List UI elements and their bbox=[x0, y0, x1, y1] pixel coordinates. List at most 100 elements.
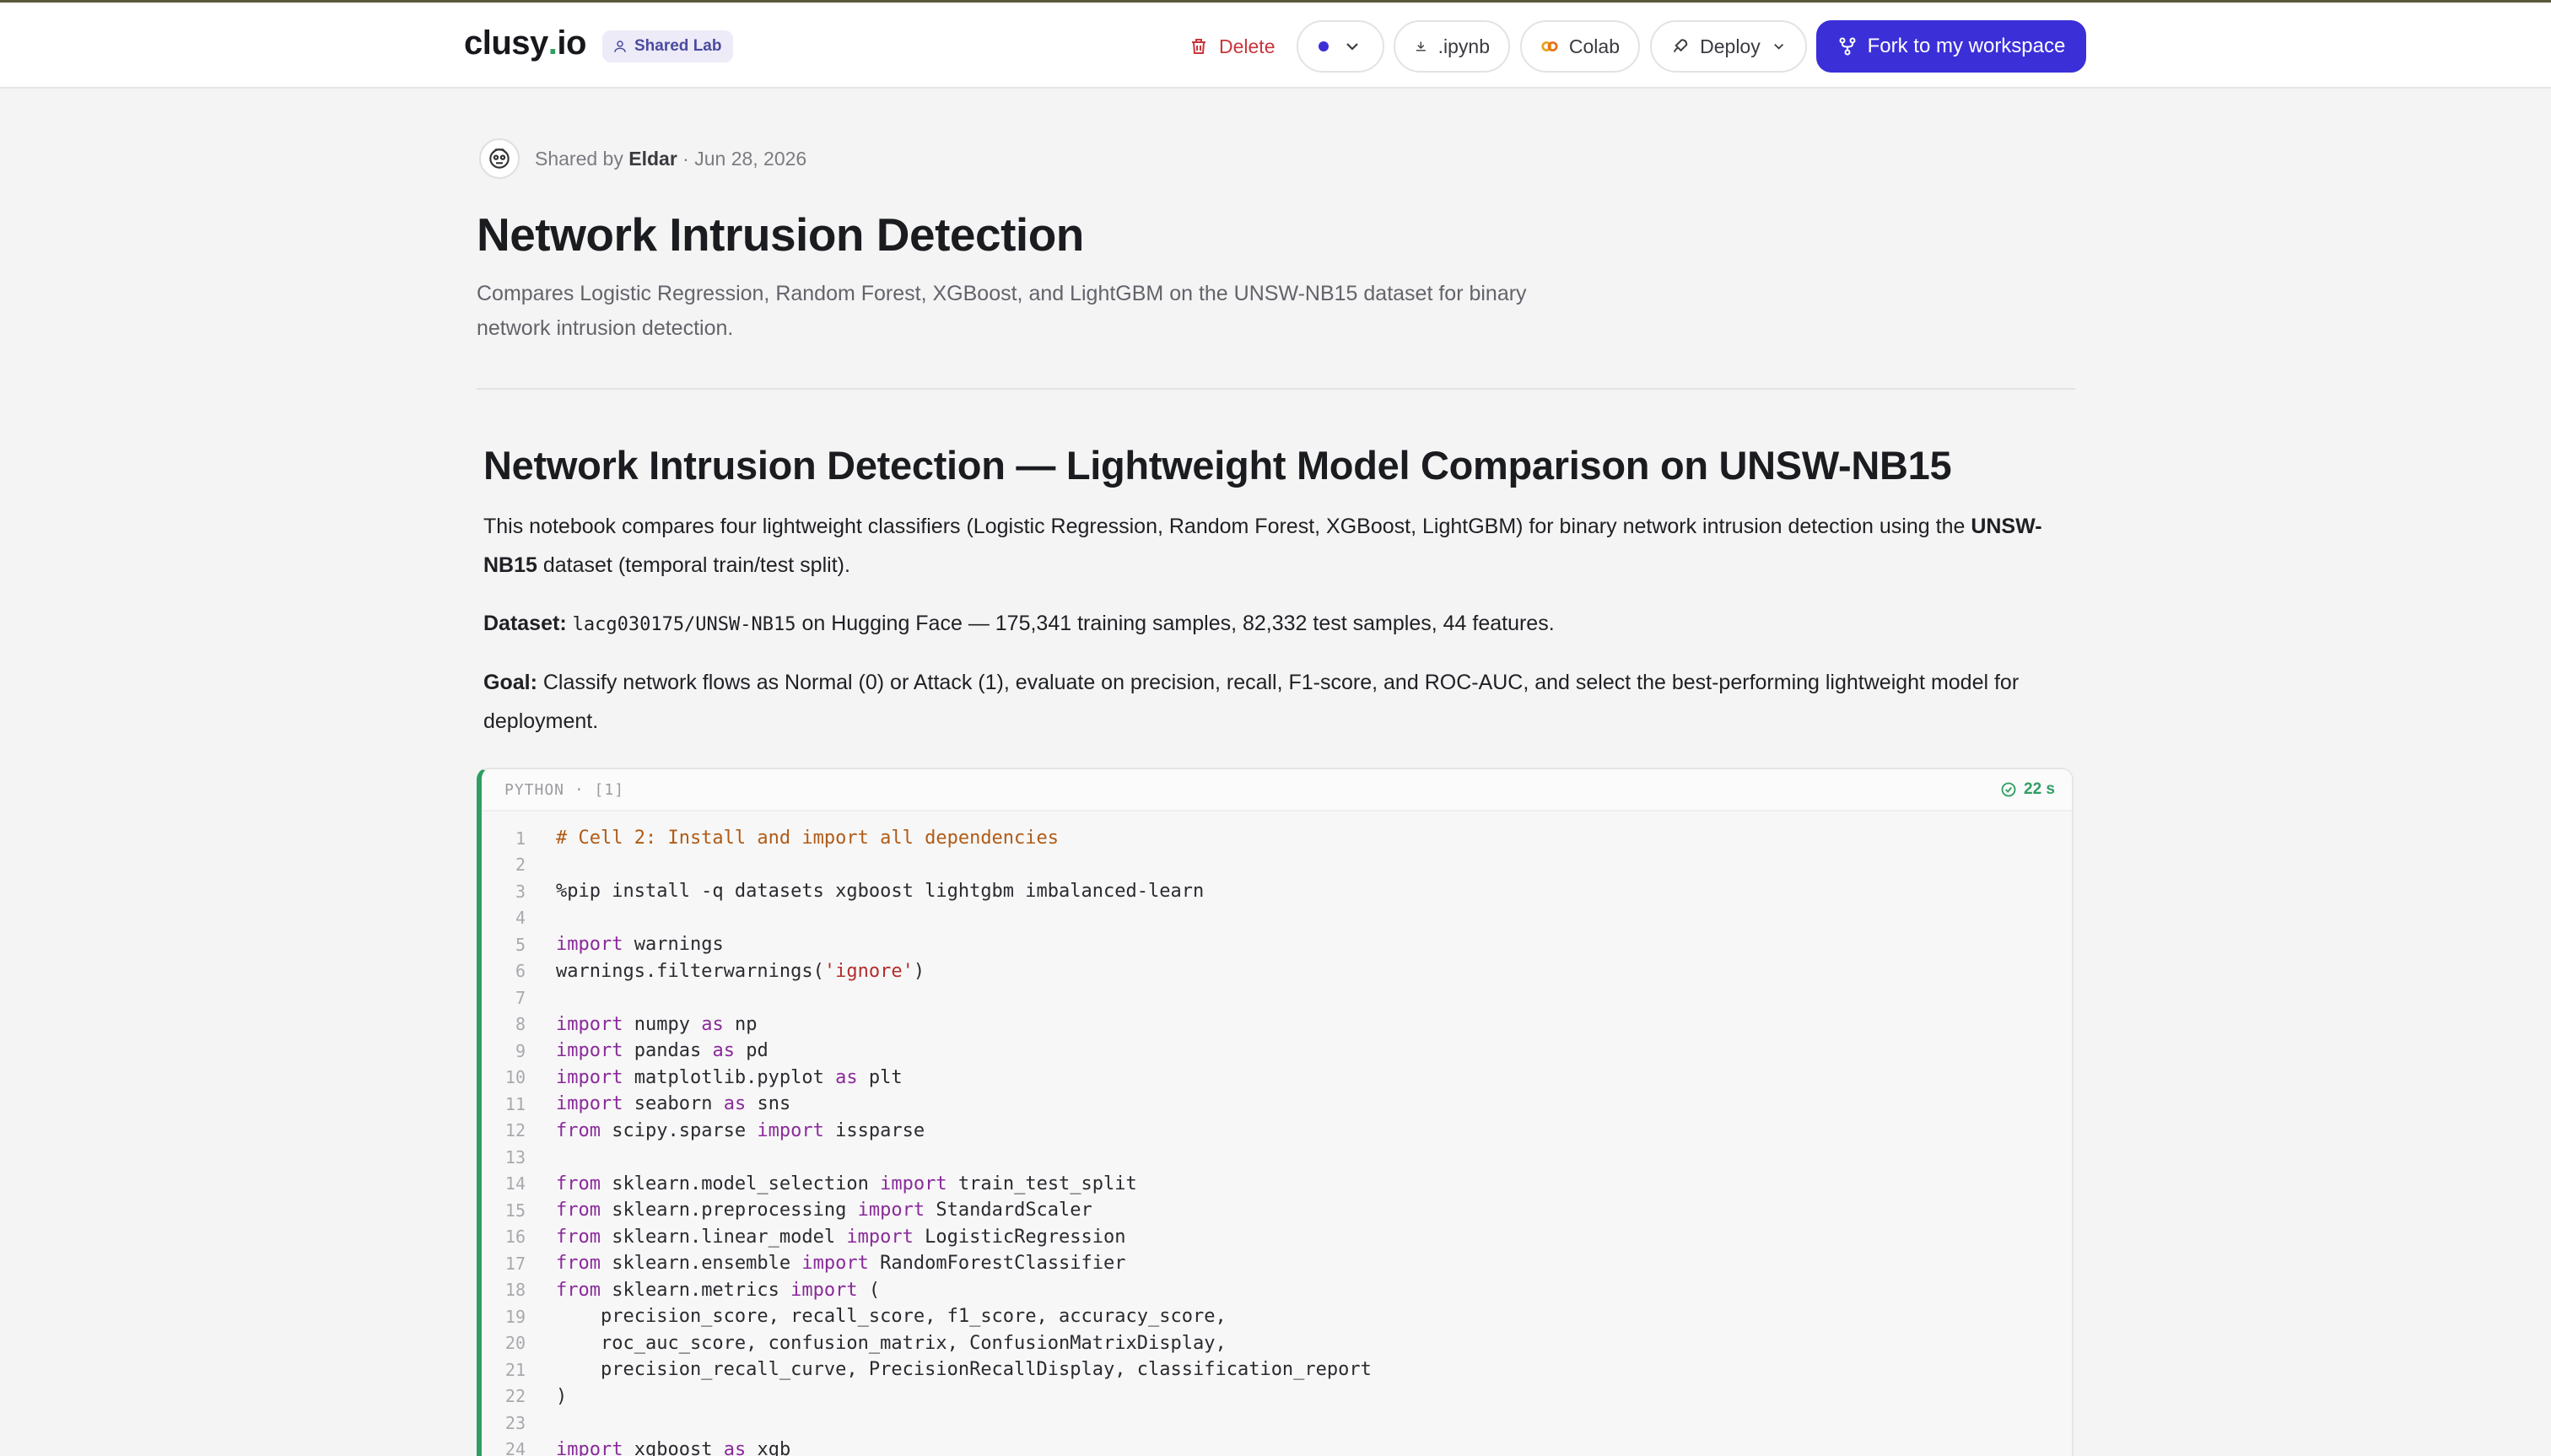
code-line: 20 roc_auc_score, confusion_matrix, Conf… bbox=[482, 1330, 2072, 1357]
dataset-label: Dataset: bbox=[483, 612, 567, 635]
ipynb-label: .ipynb bbox=[1437, 35, 1490, 57]
code-line: 13 bbox=[482, 1144, 2072, 1171]
code-keyword: as bbox=[701, 1013, 724, 1035]
intro-paragraph: This notebook compares four lightweight … bbox=[483, 507, 2061, 585]
cell-label: PYTHON · [1] bbox=[504, 780, 625, 799]
chevron-down-icon bbox=[1773, 43, 1783, 50]
code-line: 22) bbox=[482, 1383, 2072, 1410]
trash-icon bbox=[1192, 39, 1205, 54]
code-keyword: from bbox=[556, 1253, 601, 1275]
fork-icon bbox=[1839, 37, 1856, 56]
code-text: sns bbox=[746, 1093, 791, 1115]
line-source: from sklearn.model_selection import trai… bbox=[556, 1173, 1137, 1194]
code-keyword: import bbox=[846, 1226, 914, 1248]
kernel-status-dropdown[interactable] bbox=[1297, 20, 1384, 73]
goal-label: Goal: bbox=[483, 671, 537, 694]
dataset-text: on Hugging Face — 175,341 training sampl… bbox=[796, 612, 1555, 635]
author-name[interactable]: Eldar bbox=[628, 148, 677, 170]
line-number: 21 bbox=[504, 1359, 526, 1380]
code-text: %pip install -q datasets xgboost lightgb… bbox=[556, 881, 1205, 903]
notebook-heading: Network Intrusion Detection — Lightweigh… bbox=[483, 443, 1952, 488]
code-keyword: from bbox=[556, 1279, 601, 1301]
code-keyword: import bbox=[556, 1438, 623, 1456]
code-keyword: import bbox=[801, 1253, 869, 1275]
code-editor[interactable]: 1 # Cell 2: Install and import all depend… bbox=[482, 812, 2072, 1456]
code-line: 12 from scipy.sparse import issparse bbox=[482, 1118, 2072, 1145]
logo[interactable]: clusy. io bbox=[464, 24, 586, 62]
code-line: 5 import warnings bbox=[482, 931, 2072, 958]
logo-dot: . bbox=[547, 24, 558, 62]
code-text: scipy.sparse bbox=[600, 1119, 758, 1141]
code-cell[interactable]: PYTHON · [1] 22 s 1 # Cell 2: Install and… bbox=[477, 768, 2074, 1456]
code-line: 8 import numpy as np bbox=[482, 1011, 2072, 1038]
code-text: seaborn bbox=[623, 1093, 724, 1115]
runtime-value: 22 s bbox=[2024, 780, 2055, 798]
line-source: warnings.filterwarnings('ignore') bbox=[556, 961, 925, 982]
code-keyword: from bbox=[556, 1119, 601, 1141]
code-text: pd bbox=[734, 1040, 769, 1062]
line-number: 20 bbox=[504, 1333, 526, 1354]
line-number: 11 bbox=[504, 1093, 526, 1114]
code-line: 2 bbox=[482, 852, 2072, 879]
deploy-dropdown[interactable]: Deploy bbox=[1650, 20, 1807, 73]
line-source: from sklearn.ensemble import RandomFores… bbox=[556, 1253, 1126, 1274]
download-icon bbox=[1416, 41, 1426, 51]
shared-lab-label: Shared Lab bbox=[634, 37, 722, 55]
code-keyword: import bbox=[857, 1200, 925, 1221]
code-text: StandardScaler bbox=[925, 1200, 1092, 1221]
line-source: # Cell 2: Install and import all depende… bbox=[556, 828, 1059, 849]
code-text: sklearn.linear_model bbox=[600, 1226, 847, 1248]
avatar-face-icon bbox=[489, 148, 510, 169]
code-text: LogisticRegression bbox=[913, 1226, 1126, 1248]
code-keyword: import bbox=[556, 934, 623, 956]
line-number: 22 bbox=[504, 1386, 526, 1407]
code-line: 11 import seaborn as sns bbox=[482, 1091, 2072, 1118]
code-line: 21 precision_recall_curve, PrecisionReca… bbox=[482, 1356, 2072, 1383]
line-number: 19 bbox=[504, 1306, 526, 1327]
share-date: · Jun 28, 2026 bbox=[682, 148, 807, 170]
code-keyword: import bbox=[757, 1119, 824, 1141]
author-avatar[interactable] bbox=[479, 138, 520, 179]
line-number: 17 bbox=[504, 1253, 526, 1274]
code-line: 18 from sklearn.metrics import ( bbox=[482, 1277, 2072, 1304]
open-in-colab-button[interactable]: Colab bbox=[1520, 20, 1640, 73]
code-line: 4 bbox=[482, 905, 2072, 932]
line-number: 12 bbox=[504, 1120, 526, 1141]
chevron-down-icon bbox=[1346, 43, 1358, 51]
line-number: 24 bbox=[504, 1439, 526, 1456]
code-text: precision_recall_curve, PrecisionRecallD… bbox=[556, 1359, 1372, 1381]
line-number: 8 bbox=[515, 1014, 526, 1035]
code-keyword: import bbox=[556, 1066, 623, 1088]
line-number: 6 bbox=[515, 961, 526, 982]
code-keyword: as bbox=[723, 1438, 747, 1456]
delete-label: Delete bbox=[1219, 35, 1276, 57]
code-text: matplotlib.pyplot bbox=[623, 1066, 836, 1088]
intro-tail: dataset (temporal train/test split). bbox=[537, 553, 850, 577]
goal-text: Classify network flows as Normal (0) or … bbox=[483, 671, 2020, 733]
line-number: 23 bbox=[504, 1412, 526, 1433]
download-ipynb-button[interactable]: .ipynb bbox=[1394, 20, 1510, 73]
page-description: Compares Logistic Regression, Random For… bbox=[477, 282, 1527, 340]
code-line: 3 %pip install -q datasets xgboost lightg… bbox=[482, 878, 2072, 905]
line-number: 4 bbox=[515, 908, 526, 929]
deploy-label: Deploy bbox=[1700, 35, 1761, 57]
code-text: sklearn.model_selection bbox=[600, 1173, 881, 1194]
delete-button[interactable]: Delete bbox=[1177, 20, 1287, 73]
code-text: sklearn.preprocessing bbox=[600, 1200, 858, 1221]
code-string: 'ignore' bbox=[823, 960, 914, 982]
fork-to-workspace-button[interactable]: Fork to my workspace bbox=[1816, 20, 2086, 73]
code-text: sklearn.ensemble bbox=[600, 1253, 802, 1275]
code-text: ) bbox=[556, 1385, 568, 1407]
line-number: 15 bbox=[504, 1200, 526, 1221]
code-line: 17 from sklearn.ensemble import RandomFor… bbox=[482, 1250, 2072, 1277]
fork-label: Fork to my workspace bbox=[1867, 35, 2066, 57]
code-keyword: import bbox=[556, 1040, 623, 1062]
line-source: import seaborn as sns bbox=[556, 1093, 790, 1114]
line-source: from scipy.sparse import issparse bbox=[556, 1120, 925, 1141]
code-text: warnings bbox=[623, 934, 724, 956]
code-keyword: from bbox=[556, 1226, 601, 1248]
code-text: pandas bbox=[623, 1040, 713, 1062]
intro-text: This notebook compares four lightweight … bbox=[483, 515, 1971, 538]
code-line: 14 from sklearn.model_selection import tr… bbox=[482, 1171, 2072, 1198]
logo-tld: io bbox=[557, 24, 586, 62]
